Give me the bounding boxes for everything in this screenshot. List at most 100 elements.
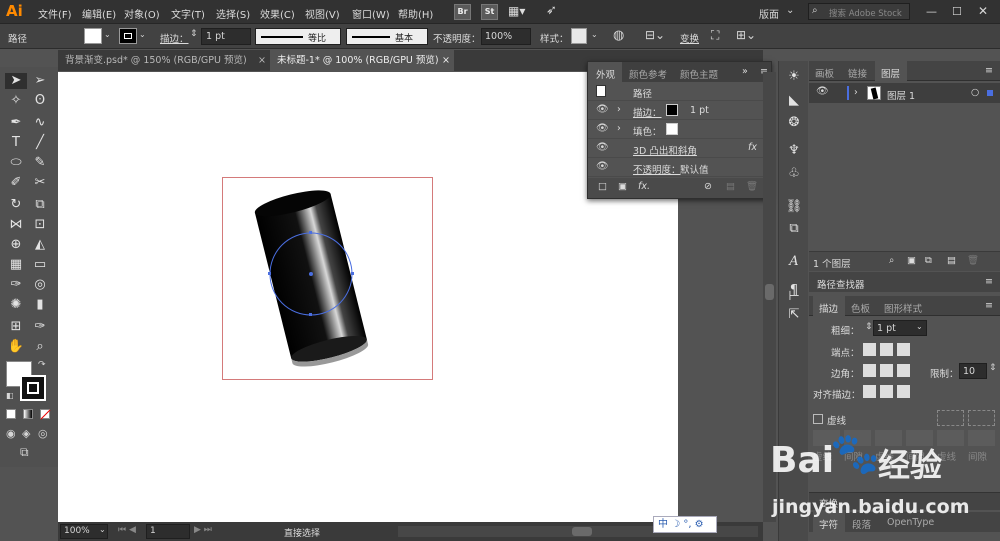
graph-tool-icon[interactable]: ▮	[30, 297, 50, 313]
limit-input[interactable]: 10	[959, 363, 987, 379]
disclosure-icon[interactable]: ›	[617, 104, 621, 115]
tab-links[interactable]: 链接	[848, 66, 867, 80]
align-inside-button[interactable]	[880, 385, 893, 398]
transparency-icon[interactable]: ◣	[784, 93, 804, 109]
width-tool-icon[interactable]: ⋈	[6, 217, 26, 233]
minimize-button[interactable]: —	[926, 5, 937, 18]
anchor-top[interactable]	[309, 231, 312, 234]
fill-attribute-swatch[interactable]	[666, 123, 678, 135]
blend-tool-icon[interactable]: ◎	[30, 277, 50, 293]
miter-join-button[interactable]	[863, 364, 876, 377]
delete-layer-icon[interactable]: 🗑	[967, 255, 979, 266]
eyedropper-icon[interactable]: ✑	[6, 277, 26, 293]
none-mode-icon[interactable]	[40, 409, 51, 420]
opacity-input[interactable]: 100%	[481, 28, 531, 45]
round-cap-button[interactable]	[880, 343, 893, 356]
color-mode-icon[interactable]	[6, 409, 16, 419]
scroll-thumb[interactable]	[572, 527, 592, 536]
dashed-checkbox[interactable]	[813, 414, 823, 424]
menu-view[interactable]: 视图(V)	[305, 6, 340, 21]
stroke-color-large[interactable]	[20, 375, 46, 401]
slice-tool-icon[interactable]: ✑	[30, 319, 50, 335]
magic-wand-icon[interactable]: ✧	[6, 93, 26, 109]
gradient-mode-icon[interactable]	[23, 409, 33, 419]
free-transform-icon[interactable]: ⊡	[30, 217, 50, 233]
color-panel-icon[interactable]: ☀	[784, 69, 804, 85]
target-circle-icon[interactable]: ○	[971, 87, 979, 98]
close-tab-icon[interactable]: ×	[258, 50, 266, 71]
close-tab-icon[interactable]: ×	[442, 50, 450, 71]
tab-stroke[interactable]: 描边	[819, 301, 838, 315]
appearance-opacity-row[interactable]: 👁 不透明度： 默认值	[588, 158, 771, 177]
stock-search-input[interactable]: ⌕ 搜索 Adobe Stock	[808, 3, 910, 20]
stroke-swatch[interactable]	[119, 28, 137, 44]
stroke-weight-input[interactable]: 1 pt	[201, 28, 251, 45]
round-join-button[interactable]	[880, 364, 893, 377]
arrange-documents-icon[interactable]: ▦▾	[508, 4, 525, 18]
brushes-icon[interactable]: ♆	[784, 143, 804, 159]
asset-export-icon[interactable]: ⧉	[784, 221, 804, 237]
draw-behind-icon[interactable]: ◈	[22, 427, 30, 440]
chevron-down-icon[interactable]: ⌄	[916, 322, 923, 331]
screen-mode-icon[interactable]: ⧉	[20, 445, 29, 460]
character-icon[interactable]: A	[784, 254, 804, 270]
transform-link[interactable]: 变换	[680, 31, 699, 45]
effect-3d-extrude[interactable]: 3D 凸出和斜角	[633, 143, 697, 157]
artboard-tool-icon[interactable]: ⊞	[6, 319, 26, 335]
clipping-mask-icon[interactable]: ▣	[907, 255, 916, 266]
stroke-attribute[interactable]: 描边：	[633, 105, 662, 119]
new-layer-icon[interactable]: ▤	[947, 255, 956, 266]
scissors-icon[interactable]: ✂	[30, 175, 50, 191]
symbol-sprayer-icon[interactable]: ✺	[6, 297, 26, 313]
stroke-stepper[interactable]: ⇕	[190, 29, 198, 39]
menu-edit[interactable]: 编辑(E)	[82, 6, 116, 21]
hand-tool-icon[interactable]: ✋	[6, 339, 26, 355]
gradient-tool-icon[interactable]: ▭	[30, 257, 50, 273]
style-dropdown-icon[interactable]: ⌄	[591, 30, 598, 39]
line-tool-icon[interactable]: ╱	[30, 135, 50, 151]
appearance-effect-row[interactable]: 👁 3D 凸出和斜角 fx	[588, 139, 771, 158]
tab-layers[interactable]: 图层	[881, 66, 900, 80]
pen-tool-icon[interactable]: ✒	[6, 115, 26, 131]
paintbrush-icon[interactable]: ✎	[30, 155, 50, 171]
pathfinder-panel-header[interactable]: 路径查找器 ≡	[809, 272, 1000, 292]
menu-help[interactable]: 帮助(H)	[398, 6, 433, 21]
selection-indicator[interactable]	[987, 90, 993, 96]
dash-align-button[interactable]	[968, 410, 995, 426]
default-colors-icon[interactable]: ◧	[6, 391, 14, 400]
swap-colors-icon[interactable]: ↷	[38, 360, 46, 370]
align-panel-icon[interactable]: ⊢	[784, 289, 804, 305]
weight-stepper[interactable]: ⇕	[865, 322, 873, 332]
duplicate-item-icon[interactable]: ▤	[726, 181, 735, 192]
variable-width-profile[interactable]: 等比	[255, 28, 341, 45]
fill-dropdown-icon[interactable]: ⌄	[104, 30, 111, 39]
layer-row[interactable]: 👁 › 图层 1 ○	[809, 83, 1000, 103]
type-tool-icon[interactable]: T	[6, 135, 26, 151]
isolate-object-icon[interactable]: ⛶	[711, 28, 719, 43]
scroll-thumb[interactable]	[765, 284, 774, 300]
tab-appearance[interactable]: 外观	[596, 67, 615, 81]
align-outside-button[interactable]	[897, 385, 910, 398]
menu-window[interactable]: 窗口(W)	[352, 6, 390, 21]
draw-normal-icon[interactable]: ◉	[6, 427, 16, 440]
tab-untitled-1[interactable]: 未标题-1* @ 100% (RGB/GPU 预览) ×	[270, 50, 454, 71]
panel-menu-icon[interactable]: ≡	[985, 276, 993, 287]
workspace-switcher[interactable]: 版面	[759, 6, 779, 21]
brush-definition[interactable]: 基本	[346, 28, 428, 45]
align-center-button[interactable]	[863, 385, 876, 398]
artwork[interactable]	[222, 177, 433, 380]
tab-artboards[interactable]: 画板	[815, 66, 834, 80]
draw-inside-icon[interactable]: ◎	[38, 427, 48, 440]
add-stroke-icon[interactable]: □	[598, 181, 607, 192]
butt-cap-button[interactable]	[863, 343, 876, 356]
delete-item-icon[interactable]: 🗑	[746, 181, 758, 192]
appearance-fill-row[interactable]: 👁 › 填色：	[588, 120, 771, 139]
tab-swatches[interactable]: 色板	[851, 301, 870, 315]
expand-icon[interactable]: »	[742, 66, 748, 77]
opacity-label[interactable]: 不透明度：	[433, 31, 481, 45]
ime-status-bar[interactable]: 中 ☽ °, ⚙	[653, 516, 717, 533]
tab-background-psd[interactable]: 背景渐变.psd* @ 150% (RGB/GPU 预览) ×	[58, 50, 270, 71]
perspective-grid-icon[interactable]: ◭	[30, 237, 50, 253]
tab-graphic-styles[interactable]: 图形样式	[884, 301, 922, 315]
locate-object-icon[interactable]: ⌕	[889, 255, 894, 266]
